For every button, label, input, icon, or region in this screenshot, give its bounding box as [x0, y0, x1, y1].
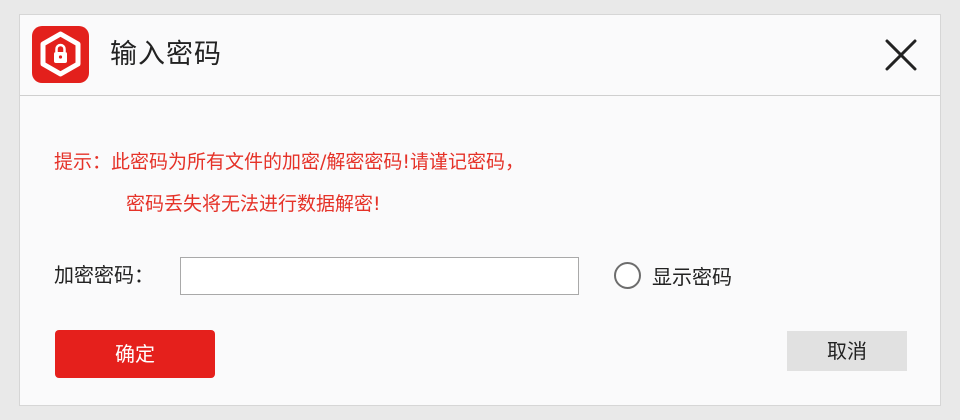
password-label: 加密密码：	[54, 263, 154, 287]
hint-line-1: 提示：此密码为所有文件的加密/解密密码!请谨记密码，	[54, 151, 525, 173]
show-password-label: 显示密码	[652, 264, 732, 289]
dialog-title: 输入密码	[110, 39, 222, 70]
dialog-titlebar: 输入密码	[20, 15, 940, 96]
ok-button[interactable]: 确定	[55, 330, 215, 378]
show-password-toggle[interactable]: 显示密码	[614, 259, 732, 291]
shield-lock-logo-icon	[32, 26, 89, 83]
close-icon	[885, 39, 917, 71]
close-button[interactable]	[882, 36, 920, 74]
password-input[interactable]	[180, 257, 579, 295]
warning-hint: 提示：此密码为所有文件的加密/解密密码!请谨记密码， 密码丢失将无法进行数据解密…	[54, 141, 524, 225]
hint-line-2: 密码丢失将无法进行数据解密!	[126, 193, 381, 215]
cancel-button[interactable]: 取消	[787, 331, 907, 371]
password-dialog: 输入密码 提示：此密码为所有文件的加密/解密密码!请谨记密码， 密码丢失将无法进…	[19, 14, 941, 406]
show-password-radio[interactable]	[614, 261, 641, 289]
